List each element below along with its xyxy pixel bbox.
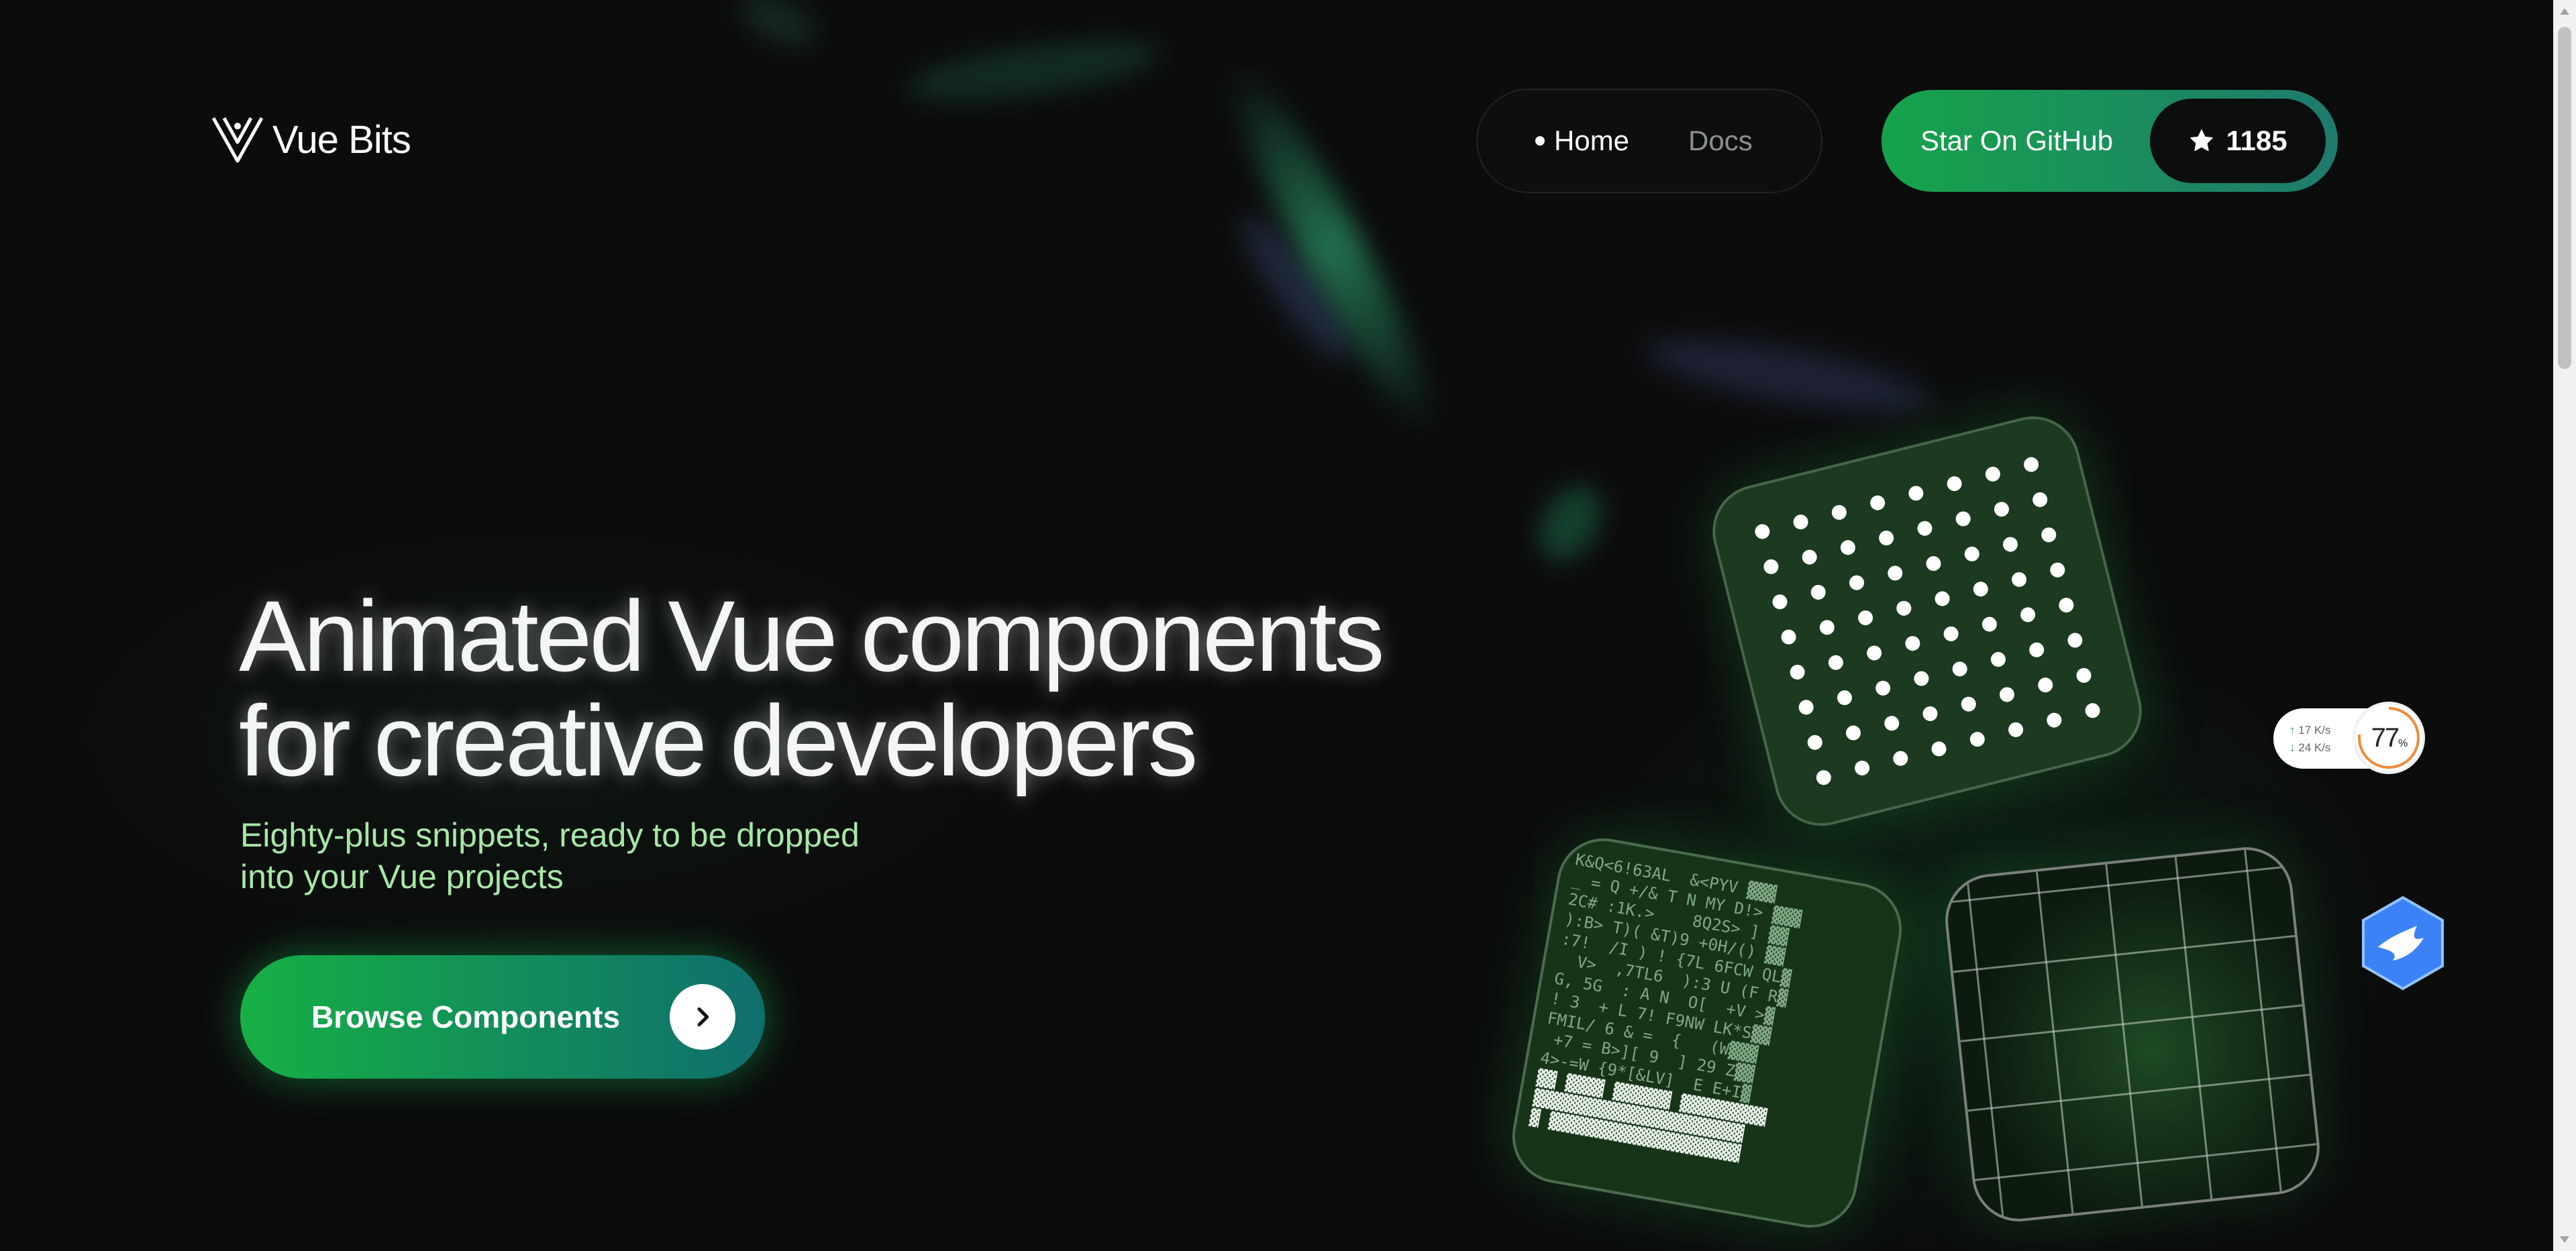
arrow-up-icon: ↑ (2289, 724, 2296, 737)
star-icon (2190, 129, 2214, 152)
dot-grid-tile (1702, 406, 2152, 836)
star-on-github-button[interactable]: Star On GitHub 1185 (1882, 90, 2338, 192)
light-streak (1527, 475, 1614, 572)
arrow-down-icon: ↓ (2289, 741, 2296, 754)
usage-gauge: 77% (2353, 702, 2425, 774)
hero-subtitle-line1: Eighty-plus snippets, ready to be droppe… (240, 816, 860, 854)
usage-gauge-ring (2358, 707, 2420, 769)
hero-title-line1: Animated Vue components (239, 580, 1385, 692)
hero-subtitle-line2: into your Vue projects (240, 858, 564, 895)
grid-lines (1943, 845, 2322, 1223)
hero-subtitle: Eighty-plus snippets, ready to be droppe… (240, 814, 911, 898)
star-count-value: 1185 (2226, 125, 2287, 156)
main-nav: Home Docs (1476, 89, 1822, 193)
scroll-up-icon[interactable] (2553, 0, 2576, 23)
site-logo[interactable]: Vue Bits (212, 115, 411, 164)
nav-dot-icon (1535, 136, 1545, 146)
nav-docs-link[interactable]: Docs (1688, 125, 1753, 157)
light-streak (733, 0, 824, 56)
vue-bits-logo-icon (212, 117, 263, 163)
nav-home-link[interactable]: Home (1535, 125, 1629, 157)
hero-title: Animated Vue components for creative dev… (239, 584, 1385, 793)
download-speed: 24 K/s (2298, 741, 2331, 754)
light-streak (1641, 324, 1935, 427)
chevron-right-icon (670, 984, 735, 1050)
page-scrollbar[interactable] (2553, 0, 2576, 1251)
nav-docs-label: Docs (1688, 125, 1753, 156)
network-speed-widget[interactable]: ↑ 17 K/s ↓ 24 K/s 77% (2273, 702, 2425, 774)
bird-app-icon[interactable] (2359, 895, 2446, 991)
grid-lines-tile (1941, 842, 2324, 1226)
light-streak (903, 29, 1164, 112)
nav-home-label: Home (1554, 125, 1630, 156)
github-star-count: 1185 (2150, 99, 2326, 183)
scrollbar-thumb[interactable] (2558, 27, 2571, 369)
light-streak (1207, 50, 1457, 446)
hero-title-line2: for creative developers (239, 684, 1198, 797)
upload-speed: 17 K/s (2298, 724, 2331, 737)
network-speed-lines: ↑ 17 K/s ↓ 24 K/s (2289, 722, 2330, 757)
scroll-down-icon[interactable] (2553, 1228, 2576, 1251)
github-button-label: Star On GitHub (1920, 125, 2114, 156)
ascii-text-tile: K&Q<6!63AL &<PYV ▓▓▓ _ = Q +/& T N MY D!… (1504, 830, 1910, 1236)
page-stage: Vue Bits Home Docs Star On GitHub 1185 A… (0, 0, 2553, 1251)
logo-text: Vue Bits (272, 117, 411, 162)
browse-components-button[interactable]: Browse Components (240, 955, 765, 1079)
dot-grid (1739, 442, 2116, 800)
cta-label: Browse Components (311, 999, 621, 1034)
